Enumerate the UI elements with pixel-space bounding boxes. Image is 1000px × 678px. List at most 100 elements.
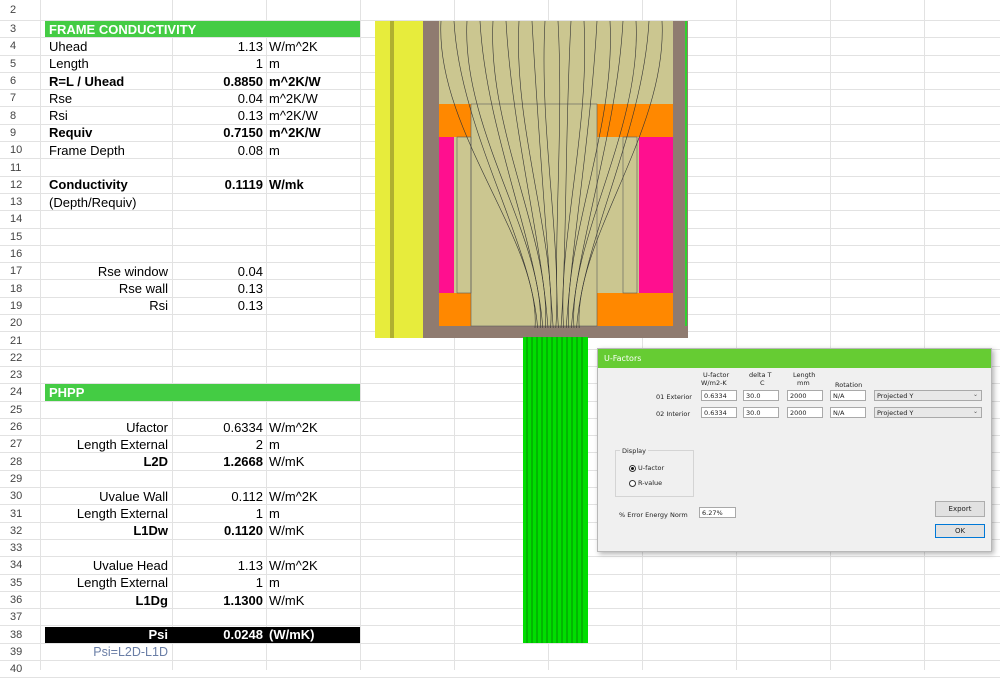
unit-cell[interactable]: W/m^2K: [266, 419, 360, 435]
sheet-row: 35 Length External 1 m: [0, 574, 1000, 592]
col-deltat-label: delta T: [749, 371, 772, 379]
unit-cell[interactable]: W/m^2K: [266, 488, 360, 504]
insulation-top-right: [597, 104, 673, 137]
value-cell[interactable]: 0.8850: [172, 73, 266, 89]
insulation-bottom-left: [439, 293, 471, 326]
label-cell[interactable]: Uhead: [45, 38, 172, 54]
label-cell[interactable]: Length External: [45, 436, 172, 452]
label-cell[interactable]: Rse window: [45, 263, 172, 279]
deltat-field-exterior[interactable]: 30.0: [743, 390, 779, 401]
label-cell[interactable]: Rsi: [45, 108, 172, 124]
radio-rvalue[interactable]: R-value: [629, 479, 662, 487]
row-number: 40: [0, 661, 40, 678]
row-number: 15: [0, 228, 40, 245]
value-cell[interactable]: 0.13: [172, 108, 266, 124]
length-field-exterior[interactable]: 2000: [787, 390, 823, 401]
value-cell[interactable]: 0.1120: [172, 523, 266, 539]
unit-cell[interactable]: W/mK: [266, 454, 360, 470]
label-cell[interactable]: Rse wall: [45, 281, 172, 297]
label-cell[interactable]: Length External: [45, 575, 172, 591]
export-button[interactable]: Export: [935, 501, 985, 517]
label-cell[interactable]: Rse: [45, 90, 172, 106]
thermal-simulation-figure: [375, 21, 688, 338]
label-cell[interactable]: Uvalue Head: [45, 557, 172, 573]
sheet-row: 39 Psi=L2D-L1D: [0, 643, 1000, 662]
label-cell[interactable]: PHPP: [45, 384, 172, 400]
unit-cell[interactable]: m: [266, 505, 360, 521]
display-group: [615, 450, 694, 497]
value-cell[interactable]: 1.13: [172, 557, 266, 573]
unit-cell[interactable]: m^2K/W: [266, 90, 360, 106]
rotation-field-interior[interactable]: N/A: [830, 407, 866, 418]
length-field-interior[interactable]: 2000: [787, 407, 823, 418]
value-cell[interactable]: 0.112: [172, 488, 266, 504]
unit-cell[interactable]: m^2K/W: [266, 73, 360, 89]
unit-cell[interactable]: m^2K/W: [266, 125, 360, 141]
row-number: 22: [0, 349, 40, 366]
row-number: 20: [0, 315, 40, 332]
deltat-field-interior[interactable]: 30.0: [743, 407, 779, 418]
label-cell[interactable]: Length External: [45, 505, 172, 521]
unit-cell[interactable]: W/m^2K: [266, 557, 360, 573]
row-number: 17: [0, 263, 40, 280]
value-cell[interactable]: 2: [172, 436, 266, 452]
label-cell[interactable]: Length: [45, 56, 172, 72]
label-cell[interactable]: Frame Depth: [45, 142, 172, 158]
projection-select-interior[interactable]: Projected Y ⌄: [874, 407, 982, 418]
unit-cell[interactable]: m^2K/W: [266, 108, 360, 124]
unit-cell[interactable]: m: [266, 56, 360, 72]
ok-button[interactable]: OK: [935, 524, 985, 538]
label-cell[interactable]: FRAME CONDUCTIVITY: [45, 21, 196, 37]
unit-cell[interactable]: W/mk: [266, 177, 360, 193]
value-cell[interactable]: 1: [172, 575, 266, 591]
unit-cell[interactable]: m: [266, 436, 360, 452]
label-cell[interactable]: Psi: [45, 627, 172, 643]
value-cell[interactable]: 0.6334: [172, 419, 266, 435]
label-cell[interactable]: (Depth/Requiv): [45, 194, 172, 210]
rotation-field-exterior[interactable]: N/A: [830, 390, 866, 401]
value-cell[interactable]: 0.7150: [172, 125, 266, 141]
value-cell[interactable]: 1.2668: [172, 454, 266, 470]
fluid-region: [523, 337, 588, 643]
label-cell[interactable]: R=L / Uhead: [45, 73, 172, 89]
value-cell[interactable]: 0.04: [172, 263, 266, 279]
label-cell[interactable]: Ufactor: [45, 419, 172, 435]
ufactor-field-interior[interactable]: 0.6334: [701, 407, 737, 418]
label-cell[interactable]: L1Dw: [45, 523, 172, 539]
error-energy-norm-label: % Error Energy Norm: [619, 511, 688, 519]
insulation-top-left: [439, 104, 471, 137]
value-cell[interactable]: 0.13: [172, 281, 266, 297]
unit-cell[interactable]: m: [266, 142, 360, 158]
label-cell[interactable]: Uvalue Wall: [45, 488, 172, 504]
value-cell[interactable]: 1.1300: [172, 592, 266, 608]
label-cell[interactable]: L2D: [45, 454, 172, 470]
label-cell[interactable]: L1Dg: [45, 592, 172, 608]
value-cell[interactable]: 0.1119: [172, 177, 266, 193]
row-number: 39: [0, 643, 40, 661]
label-cell[interactable]: Conductivity: [45, 177, 172, 193]
unit-cell[interactable]: W/m^2K: [266, 38, 360, 54]
projection-select-exterior[interactable]: Projected Y ⌄: [874, 390, 982, 401]
frame-body: [439, 21, 673, 328]
label-cell[interactable]: Rsi: [45, 298, 172, 314]
label-cell[interactable]: Requiv: [45, 125, 172, 141]
radio-ufactor[interactable]: U-factor: [629, 464, 664, 472]
unit-cell[interactable]: (W/mK): [266, 627, 360, 643]
unit-cell[interactable]: W/mK: [266, 523, 360, 539]
value-cell[interactable]: 0.04: [172, 90, 266, 106]
unit-cell[interactable]: m: [266, 575, 360, 591]
value-cell[interactable]: 0.0248: [172, 627, 266, 643]
value-cell[interactable]: 0.13: [172, 298, 266, 314]
ufactor-field-exterior[interactable]: 0.6334: [701, 390, 737, 401]
u-factors-dialog: U-Factors U-factor W/m2-K delta T C Leng…: [597, 348, 992, 552]
unit-cell[interactable]: W/mK: [266, 592, 360, 608]
row-label-exterior: 01 Exterior: [656, 393, 692, 401]
seal-left: [439, 137, 454, 293]
label-cell[interactable]: Psi=L2D-L1D: [45, 644, 172, 660]
radio-ufactor-label: U-factor: [638, 464, 665, 472]
sheet-row: 37: [0, 609, 1000, 627]
value-cell[interactable]: 1: [172, 505, 266, 521]
value-cell[interactable]: 0.08: [172, 142, 266, 158]
value-cell[interactable]: 1: [172, 56, 266, 72]
value-cell[interactable]: 1.13: [172, 38, 266, 54]
